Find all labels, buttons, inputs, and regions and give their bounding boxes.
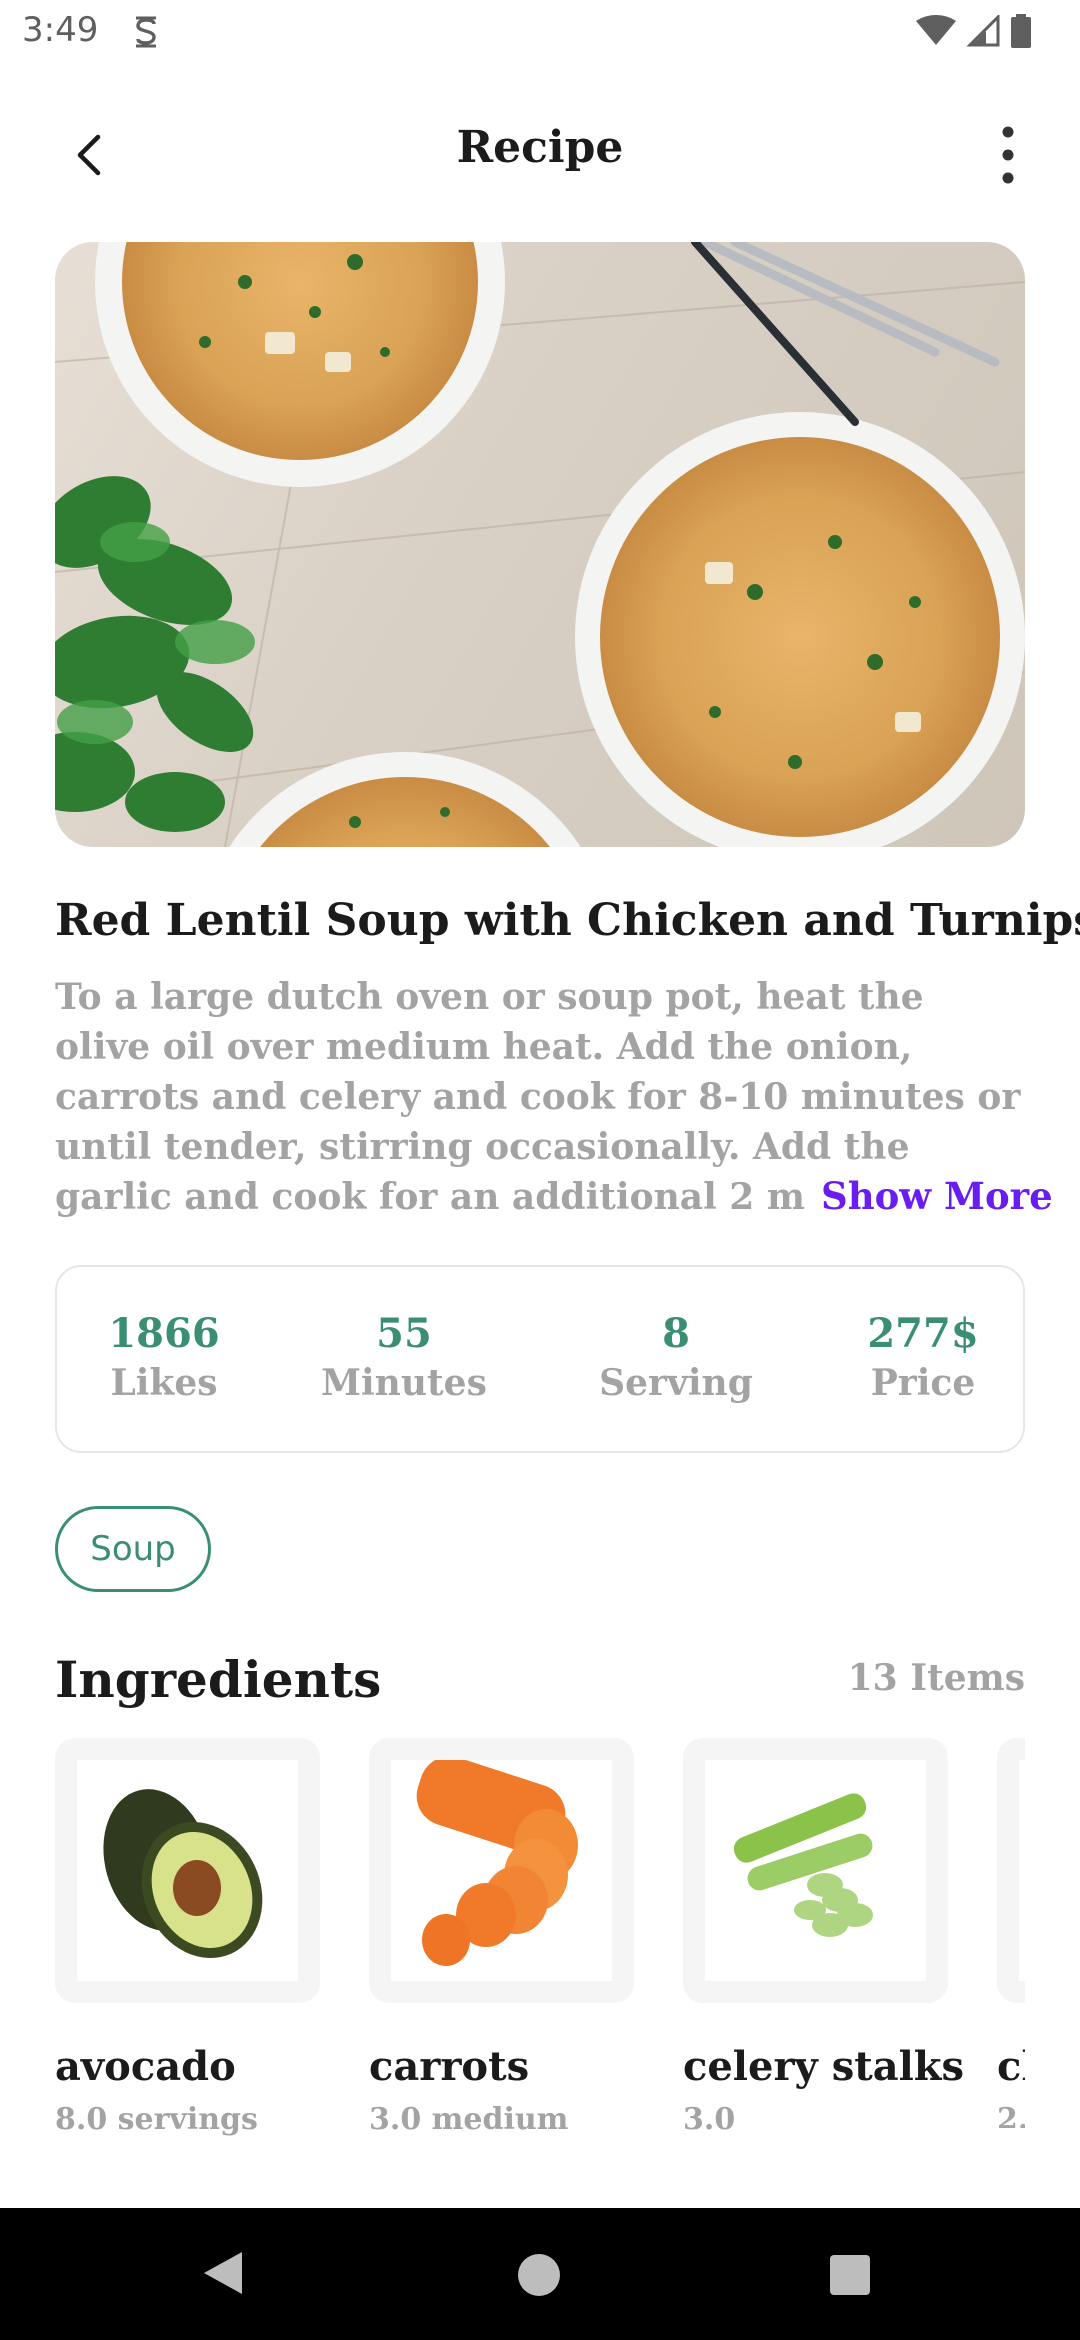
recipe-stats-card: 1866 Likes 55 Minutes 8 Serving 277$ Pri… <box>55 1265 1025 1453</box>
status-time: 3:49 <box>22 10 99 50</box>
nav-recents-icon[interactable] <box>830 2255 870 2295</box>
page-title: Recipe <box>456 122 624 173</box>
ingredient-item[interactable]: carrots 3.0 medium <box>369 1738 634 2137</box>
ingredient-item[interactable]: avocado 8.0 servings <box>55 1738 320 2137</box>
recipe-screen: 3:49 Recipe Red Lentil Soup with Chicken… <box>0 0 1080 2340</box>
ingredients-heading: Ingredients <box>55 1650 382 1709</box>
stat-value: 8 <box>662 1310 690 1357</box>
show-more-link[interactable]: Show More <box>805 1170 1053 1222</box>
ingredient-name: avocado <box>55 2043 236 2090</box>
ingredient-amount: 8.0 servings <box>55 2102 258 2137</box>
ingredient-name: carrots <box>369 2043 530 2090</box>
ingredient-image-card <box>55 1738 320 2003</box>
ingredient-item[interactable]: cl 2. <box>997 1738 1025 2128</box>
recipe-title: Red Lentil Soup with Chicken and Turnips <box>55 895 1080 946</box>
ingredient-image-card <box>369 1738 634 2003</box>
ingredients-count: 13 Items <box>847 1657 1025 1699</box>
stat-likes: 1866 Likes <box>64 1310 264 1408</box>
stat-label: Likes <box>110 1362 218 1404</box>
stat-minutes: 55 Minutes <box>304 1310 504 1408</box>
sync-icon <box>136 16 156 48</box>
ingredient-amount: 2. <box>997 2102 1025 2128</box>
ingredient-name: celery stalks <box>683 2043 965 2090</box>
more-vert-icon <box>1002 126 1014 184</box>
ingredient-item-clip: cl 2. <box>997 1738 1025 2128</box>
soup-photo-illustration <box>55 242 1025 847</box>
cellular-signal-icon <box>966 15 1000 47</box>
celery-image <box>733 1793 873 1937</box>
stat-price: 277$ Price <box>823 1310 1023 1408</box>
battery-icon <box>1011 14 1031 48</box>
tag-chip-soup[interactable]: Soup <box>55 1506 211 1592</box>
stat-label: Serving <box>599 1362 753 1404</box>
stat-value: 55 <box>376 1310 432 1357</box>
ingredient-amount: 3.0 medium <box>369 2102 569 2137</box>
ingredient-image-card <box>683 1738 948 2003</box>
recipe-hero-image <box>55 242 1025 847</box>
app-bar: Recipe <box>0 100 1080 210</box>
nav-home-icon[interactable] <box>518 2254 560 2296</box>
stat-value: 1866 <box>108 1310 220 1357</box>
stat-label: Minutes <box>321 1362 487 1404</box>
ingredient-amount: 3.0 <box>683 2102 736 2137</box>
stat-serving: 8 Serving <box>576 1310 776 1408</box>
system-navigation-bar <box>0 2208 1080 2340</box>
nav-back-icon[interactable] <box>200 2248 246 2298</box>
more-options-button[interactable] <box>978 122 1038 188</box>
ingredient-image-card <box>997 1738 1025 2003</box>
stat-label: Price <box>870 1362 976 1404</box>
stat-value: 277$ <box>867 1310 979 1357</box>
ingredient-name: cl <box>997 2043 1025 2090</box>
wifi-icon <box>916 15 956 45</box>
carrots-image <box>416 1756 578 1966</box>
ingredient-item[interactable]: celery stalks 3.0 <box>683 1738 965 2137</box>
status-icons <box>916 14 1032 48</box>
status-bar: 3:49 <box>0 0 1080 66</box>
avocado-image <box>103 1789 263 1959</box>
